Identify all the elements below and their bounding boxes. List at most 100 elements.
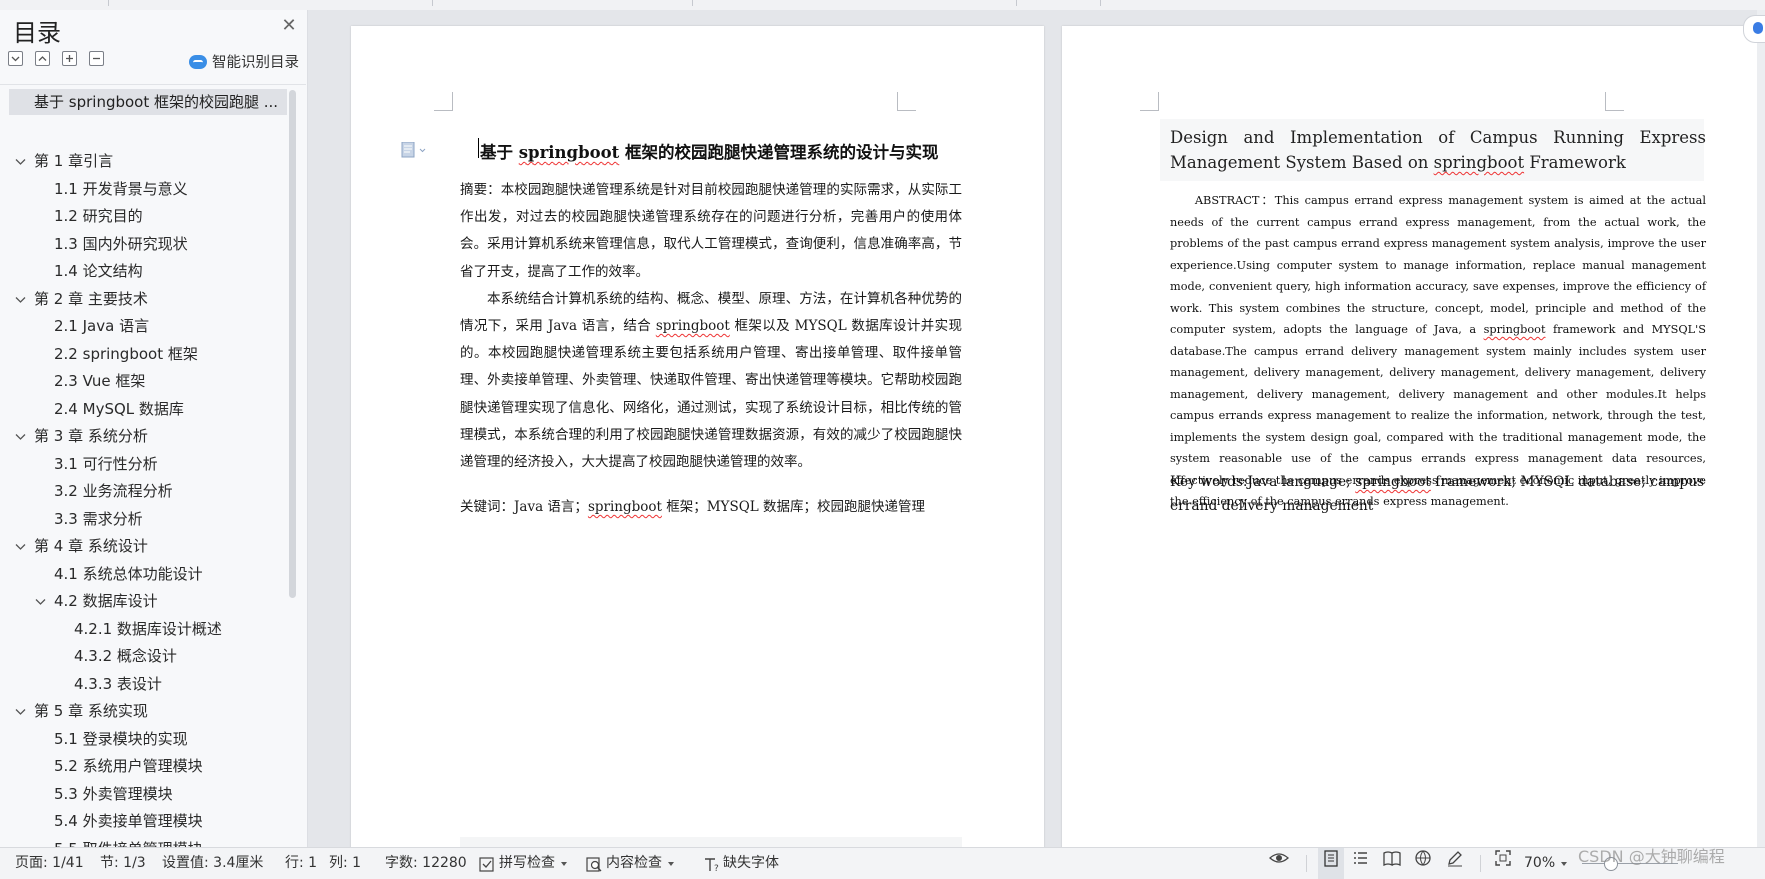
toc-item[interactable]: 第 3 章 系统分析	[0, 423, 288, 451]
chevron-down-icon[interactable]	[14, 286, 28, 313]
zoom-select[interactable]: 70%	[1524, 848, 1568, 879]
page-2[interactable]: Design and Implementation of Campus Runn…	[1062, 26, 1757, 856]
title-text: springboot	[518, 143, 620, 162]
abstract-cn[interactable]: 摘要：本校园跑腿快递管理系统是针对目前校园跑腿快递管理的实际需求，从实际工作出发…	[460, 177, 962, 476]
toc-item-label: 4.3.3 表设计	[74, 674, 162, 693]
kw-text: springboot	[587, 499, 662, 515]
para-text: ABSTRACT：This campus errand express mana…	[1170, 194, 1706, 336]
outline-view-icon[interactable]	[1351, 848, 1369, 879]
col-indicator: 列: 1	[329, 855, 362, 871]
chevron-down-icon[interactable]	[14, 533, 28, 560]
doc-title-cn[interactable]: 基于 springboot 框架的校园跑腿快递管理系统的设计与实现	[480, 139, 940, 163]
web-view-icon[interactable]	[1414, 848, 1432, 879]
kw-text: springboot	[1355, 474, 1431, 490]
chevron-down-icon[interactable]	[14, 148, 28, 175]
toc-item-label: 1.1 开发背景与意义	[54, 179, 188, 198]
collapse-all-icon[interactable]	[35, 51, 50, 66]
toc-item[interactable]: 4.1 系统总体功能设计	[0, 561, 288, 589]
word-count[interactable]: 字数: 12280	[385, 848, 467, 879]
toc-item[interactable]: 第 4 章 系统设计	[0, 533, 288, 561]
text-cursor	[478, 138, 479, 158]
toc-item[interactable]: 4.2.1 数据库设计概述	[0, 616, 288, 644]
page-indicator[interactable]: 页面: 1/41	[15, 848, 84, 879]
chevron-down-icon	[668, 861, 674, 866]
smart-toc-button[interactable]: 智能识别目录	[189, 51, 299, 72]
toc-item[interactable]: 4.3.3 表设计	[0, 671, 288, 699]
toc-item[interactable]: 1.3 国内外研究现状	[0, 231, 288, 259]
document-area: 基于 springboot 框架的校园跑腿快递管理系统的设计与实现 摘要：本校园…	[308, 10, 1765, 856]
toc-item[interactable]: 2.1 Java 语言	[0, 313, 288, 341]
status-bar: 页面: 1/41 节: 1/3 设置值: 3.4厘米 行: 1 列: 1 字数:…	[0, 847, 1765, 879]
toc-item-label: 1.4 论文结构	[54, 262, 143, 280]
paragraph-menu-icon[interactable]	[401, 141, 427, 158]
toc-item[interactable]: 5.3 外卖管理模块	[0, 781, 288, 809]
keywords-cn[interactable]: 关键词：Java 语言；springboot 框架；MYSQL 数据库；校园跑腿…	[460, 495, 962, 515]
toc-item[interactable]: 4.2 数据库设计	[0, 588, 288, 616]
toc-item-label: 1.2 研究目的	[54, 207, 143, 225]
toc-current-heading[interactable]: 基于 springboot 框架的校园跑腿 ...	[9, 89, 287, 115]
toc-item-label: 5.4 外卖接单管理模块	[54, 812, 203, 830]
toc-item[interactable]: 2.3 Vue 框架	[0, 368, 288, 396]
toc-item-label: 2.3 Vue 框架	[54, 372, 146, 390]
chevron-down-icon[interactable]	[14, 698, 28, 725]
kw-text: Key words:Java language;	[1170, 474, 1356, 490]
missing-font-button[interactable]: ? 缺失字体	[702, 848, 779, 879]
close-icon[interactable]: ✕	[279, 16, 299, 36]
chevron-down-icon[interactable]	[34, 588, 48, 615]
page-1[interactable]: 基于 springboot 框架的校园跑腿快递管理系统的设计与实现 摘要：本校园…	[351, 26, 1044, 856]
sidebar-title: 目录	[13, 19, 61, 47]
toc-item[interactable]: 5.1 登录模块的实现	[0, 726, 288, 754]
side-panel-toggle-icon[interactable]	[1743, 15, 1765, 43]
margin-corner	[897, 92, 916, 111]
toc-item[interactable]: 1.1 开发背景与意义	[0, 176, 288, 204]
toc-item[interactable]: 第 2 章 主要技术	[0, 286, 288, 314]
kw-text: 关键词：Java 语言；	[460, 499, 588, 515]
content-check-button[interactable]: 内容检查	[585, 848, 674, 879]
toc-item[interactable]: 1.4 论文结构	[0, 258, 288, 286]
content-check-label: 内容检查	[606, 855, 662, 871]
toc-item-label: 4.1 系统总体功能设计	[54, 564, 203, 583]
spell-check-button[interactable]: 拼写检查	[478, 848, 567, 879]
toc-item-label: 4.2.1 数据库设计概述	[74, 619, 222, 638]
expand-all-icon[interactable]	[8, 51, 23, 66]
doc-title-en[interactable]: Design and Implementation of Campus Runn…	[1170, 125, 1706, 175]
checkbox-icon	[478, 855, 496, 873]
toc-item[interactable]: 4.3.2 概念设计	[0, 643, 288, 671]
fit-page-icon[interactable]	[1494, 848, 1512, 879]
toc-item[interactable]: 5.2 系统用户管理模块	[0, 753, 288, 781]
reading-view-icon[interactable]	[1382, 848, 1401, 879]
setting-value: 设置值: 3.4厘米	[162, 855, 264, 871]
page-view-icon[interactable]	[1318, 848, 1344, 879]
toc-item[interactable]: 3.3 需求分析	[0, 506, 288, 534]
watermark: CSDN @大钟聊编程	[1578, 847, 1725, 866]
toc-item[interactable]: 第 5 章 系统实现	[0, 698, 288, 726]
margin-corner	[1140, 92, 1159, 111]
sidebar-scrollbar[interactable]	[289, 90, 296, 598]
pen-icon[interactable]	[1446, 848, 1464, 879]
remove-heading-icon[interactable]	[89, 51, 104, 66]
chevron-down-icon[interactable]	[14, 423, 28, 450]
toc-item[interactable]: 3.2 业务流程分析	[0, 478, 288, 506]
para-text: springboot	[655, 318, 730, 335]
toc-item[interactable]: 1.2 研究目的	[0, 203, 288, 231]
toc-item-label: 1.3 国内外研究现状	[54, 234, 188, 253]
toc-item[interactable]: 2.2 springboot 框架	[0, 341, 288, 369]
toc-item[interactable]: 第 1 章引言	[0, 148, 288, 176]
toc-item[interactable]: 2.4 MySQL 数据库	[0, 396, 288, 424]
divider	[0, 84, 306, 85]
margin-corner	[434, 92, 453, 111]
ai-bubble-icon	[189, 54, 207, 69]
toc-toolbar	[8, 51, 104, 71]
toc-item-label: 第 4 章 系统设计	[34, 537, 148, 555]
toc-item[interactable]: 3.1 可行性分析	[0, 451, 288, 479]
keywords-en[interactable]: Key words:Java language; springboot fram…	[1170, 470, 1706, 518]
eye-protection-icon[interactable]	[1268, 848, 1289, 879]
toc-sidebar: 目录 ✕ 智能识别目录 基于 springboot 框架的校园跑腿 ... 第 …	[0, 10, 308, 858]
add-heading-icon[interactable]	[62, 51, 77, 66]
para-text: springboot	[1483, 323, 1546, 336]
document-scrollbar[interactable]	[1757, 10, 1765, 847]
abstract-en[interactable]: ABSTRACT：This campus errand express mana…	[1170, 190, 1706, 513]
toc-item-label: 4.3.2 概念设计	[74, 647, 177, 665]
toc-item[interactable]: 5.4 外卖接单管理模块	[0, 808, 288, 836]
toc-item-label: 5.1 登录模块的实现	[54, 729, 188, 748]
